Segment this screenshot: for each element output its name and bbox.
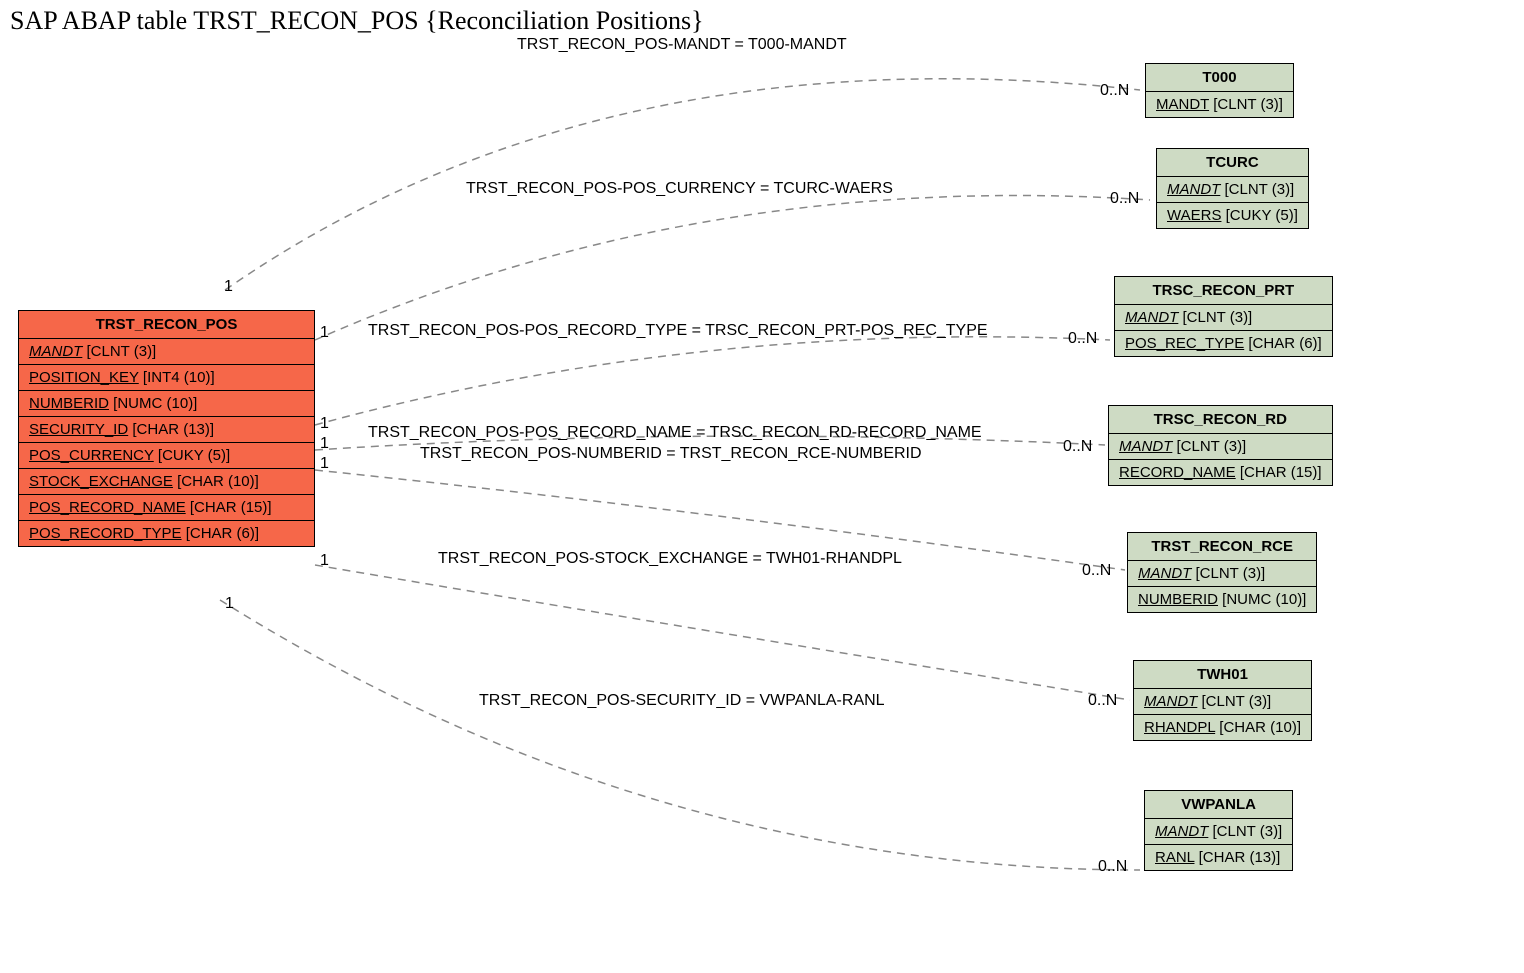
relation-text: TRST_RECON_POS-MANDT = T000-MANDT (517, 36, 847, 54)
entity-main-header: TRST_RECON_POS (19, 311, 314, 339)
entity-field: MANDT [CLNT (3)] (1134, 689, 1311, 715)
entity-header: VWPANLA (1145, 791, 1292, 819)
relation-text: TRST_RECON_POS-POS_RECORD_TYPE = TRSC_RE… (368, 322, 988, 340)
cardinality-right: 0..N (1110, 190, 1139, 208)
entity-header: TCURC (1157, 149, 1308, 177)
entity-trsc-recon-prt: TRSC_RECON_PRT MANDT [CLNT (3)]POS_REC_T… (1114, 276, 1333, 357)
entity-header: T000 (1146, 64, 1293, 92)
cardinality-right: 0..N (1098, 858, 1127, 876)
entity-field: NUMBERID [NUMC (10)] (1128, 587, 1316, 612)
relation-text: TRST_RECON_POS-POS_RECORD_NAME = TRSC_RE… (368, 424, 982, 442)
relation-text: TRST_RECON_POS-NUMBERID = TRST_RECON_RCE… (420, 445, 922, 463)
entity-field: MANDT [CLNT (3)] (1157, 177, 1308, 203)
entity-field: MANDT [CLNT (3)] (1115, 305, 1332, 331)
entity-field: RANL [CHAR (13)] (1145, 845, 1292, 870)
entity-trst-recon-rce: TRST_RECON_RCE MANDT [CLNT (3)]NUMBERID … (1127, 532, 1317, 613)
entity-field: WAERS [CUKY (5)] (1157, 203, 1308, 228)
entity-field: SECURITY_ID [CHAR (13)] (19, 417, 314, 443)
entity-header: TRST_RECON_RCE (1128, 533, 1316, 561)
entity-field: POS_REC_TYPE [CHAR (6)] (1115, 331, 1332, 356)
entity-field: POS_CURRENCY [CUKY (5)] (19, 443, 314, 469)
entity-tcurc: TCURC MANDT [CLNT (3)]WAERS [CUKY (5)] (1156, 148, 1309, 229)
entity-field: POSITION_KEY [INT4 (10)] (19, 365, 314, 391)
entity-field: MANDT [CLNT (3)] (1109, 434, 1332, 460)
entity-field: MANDT [CLNT (3)] (1145, 819, 1292, 845)
entity-field: MANDT [CLNT (3)] (1128, 561, 1316, 587)
entity-field: RECORD_NAME [CHAR (15)] (1109, 460, 1332, 485)
entity-trsc-recon-rd: TRSC_RECON_RD MANDT [CLNT (3)]RECORD_NAM… (1108, 405, 1333, 486)
relation-text: TRST_RECON_POS-SECURITY_ID = VWPANLA-RAN… (479, 692, 885, 710)
entity-field: STOCK_EXCHANGE [CHAR (10)] (19, 469, 314, 495)
cardinality-left: 1 (224, 278, 233, 296)
entity-field: POS_RECORD_TYPE [CHAR (6)] (19, 521, 314, 546)
entity-header: TRSC_RECON_RD (1109, 406, 1332, 434)
cardinality-left: 1 (320, 415, 329, 433)
entity-main: TRST_RECON_POS MANDT [CLNT (3)]POSITION_… (18, 310, 315, 547)
entity-header: TRSC_RECON_PRT (1115, 277, 1332, 305)
entity-field: NUMBERID [NUMC (10)] (19, 391, 314, 417)
cardinality-left: 1 (320, 455, 329, 473)
cardinality-left: 1 (320, 324, 329, 342)
cardinality-right: 0..N (1100, 82, 1129, 100)
entity-field: RHANDPL [CHAR (10)] (1134, 715, 1311, 740)
cardinality-right: 0..N (1063, 438, 1092, 456)
entity-field: MANDT [CLNT (3)] (1146, 92, 1293, 117)
entity-header: TWH01 (1134, 661, 1311, 689)
cardinality-left: 1 (320, 552, 329, 570)
relation-text: TRST_RECON_POS-STOCK_EXCHANGE = TWH01-RH… (438, 550, 902, 568)
relation-text: TRST_RECON_POS-POS_CURRENCY = TCURC-WAER… (466, 180, 893, 198)
cardinality-right: 0..N (1082, 562, 1111, 580)
entity-field: MANDT [CLNT (3)] (19, 339, 314, 365)
cardinality-right: 0..N (1088, 692, 1117, 710)
entity-field: POS_RECORD_NAME [CHAR (15)] (19, 495, 314, 521)
cardinality-right: 0..N (1068, 330, 1097, 348)
entity-vwpanla: VWPANLA MANDT [CLNT (3)]RANL [CHAR (13)] (1144, 790, 1293, 871)
cardinality-left: 1 (320, 435, 329, 453)
cardinality-left: 1 (225, 595, 234, 613)
entity-t000: T000 MANDT [CLNT (3)] (1145, 63, 1294, 118)
page-title: SAP ABAP table TRST_RECON_POS {Reconcili… (10, 6, 704, 36)
entity-twh01: TWH01 MANDT [CLNT (3)]RHANDPL [CHAR (10)… (1133, 660, 1312, 741)
